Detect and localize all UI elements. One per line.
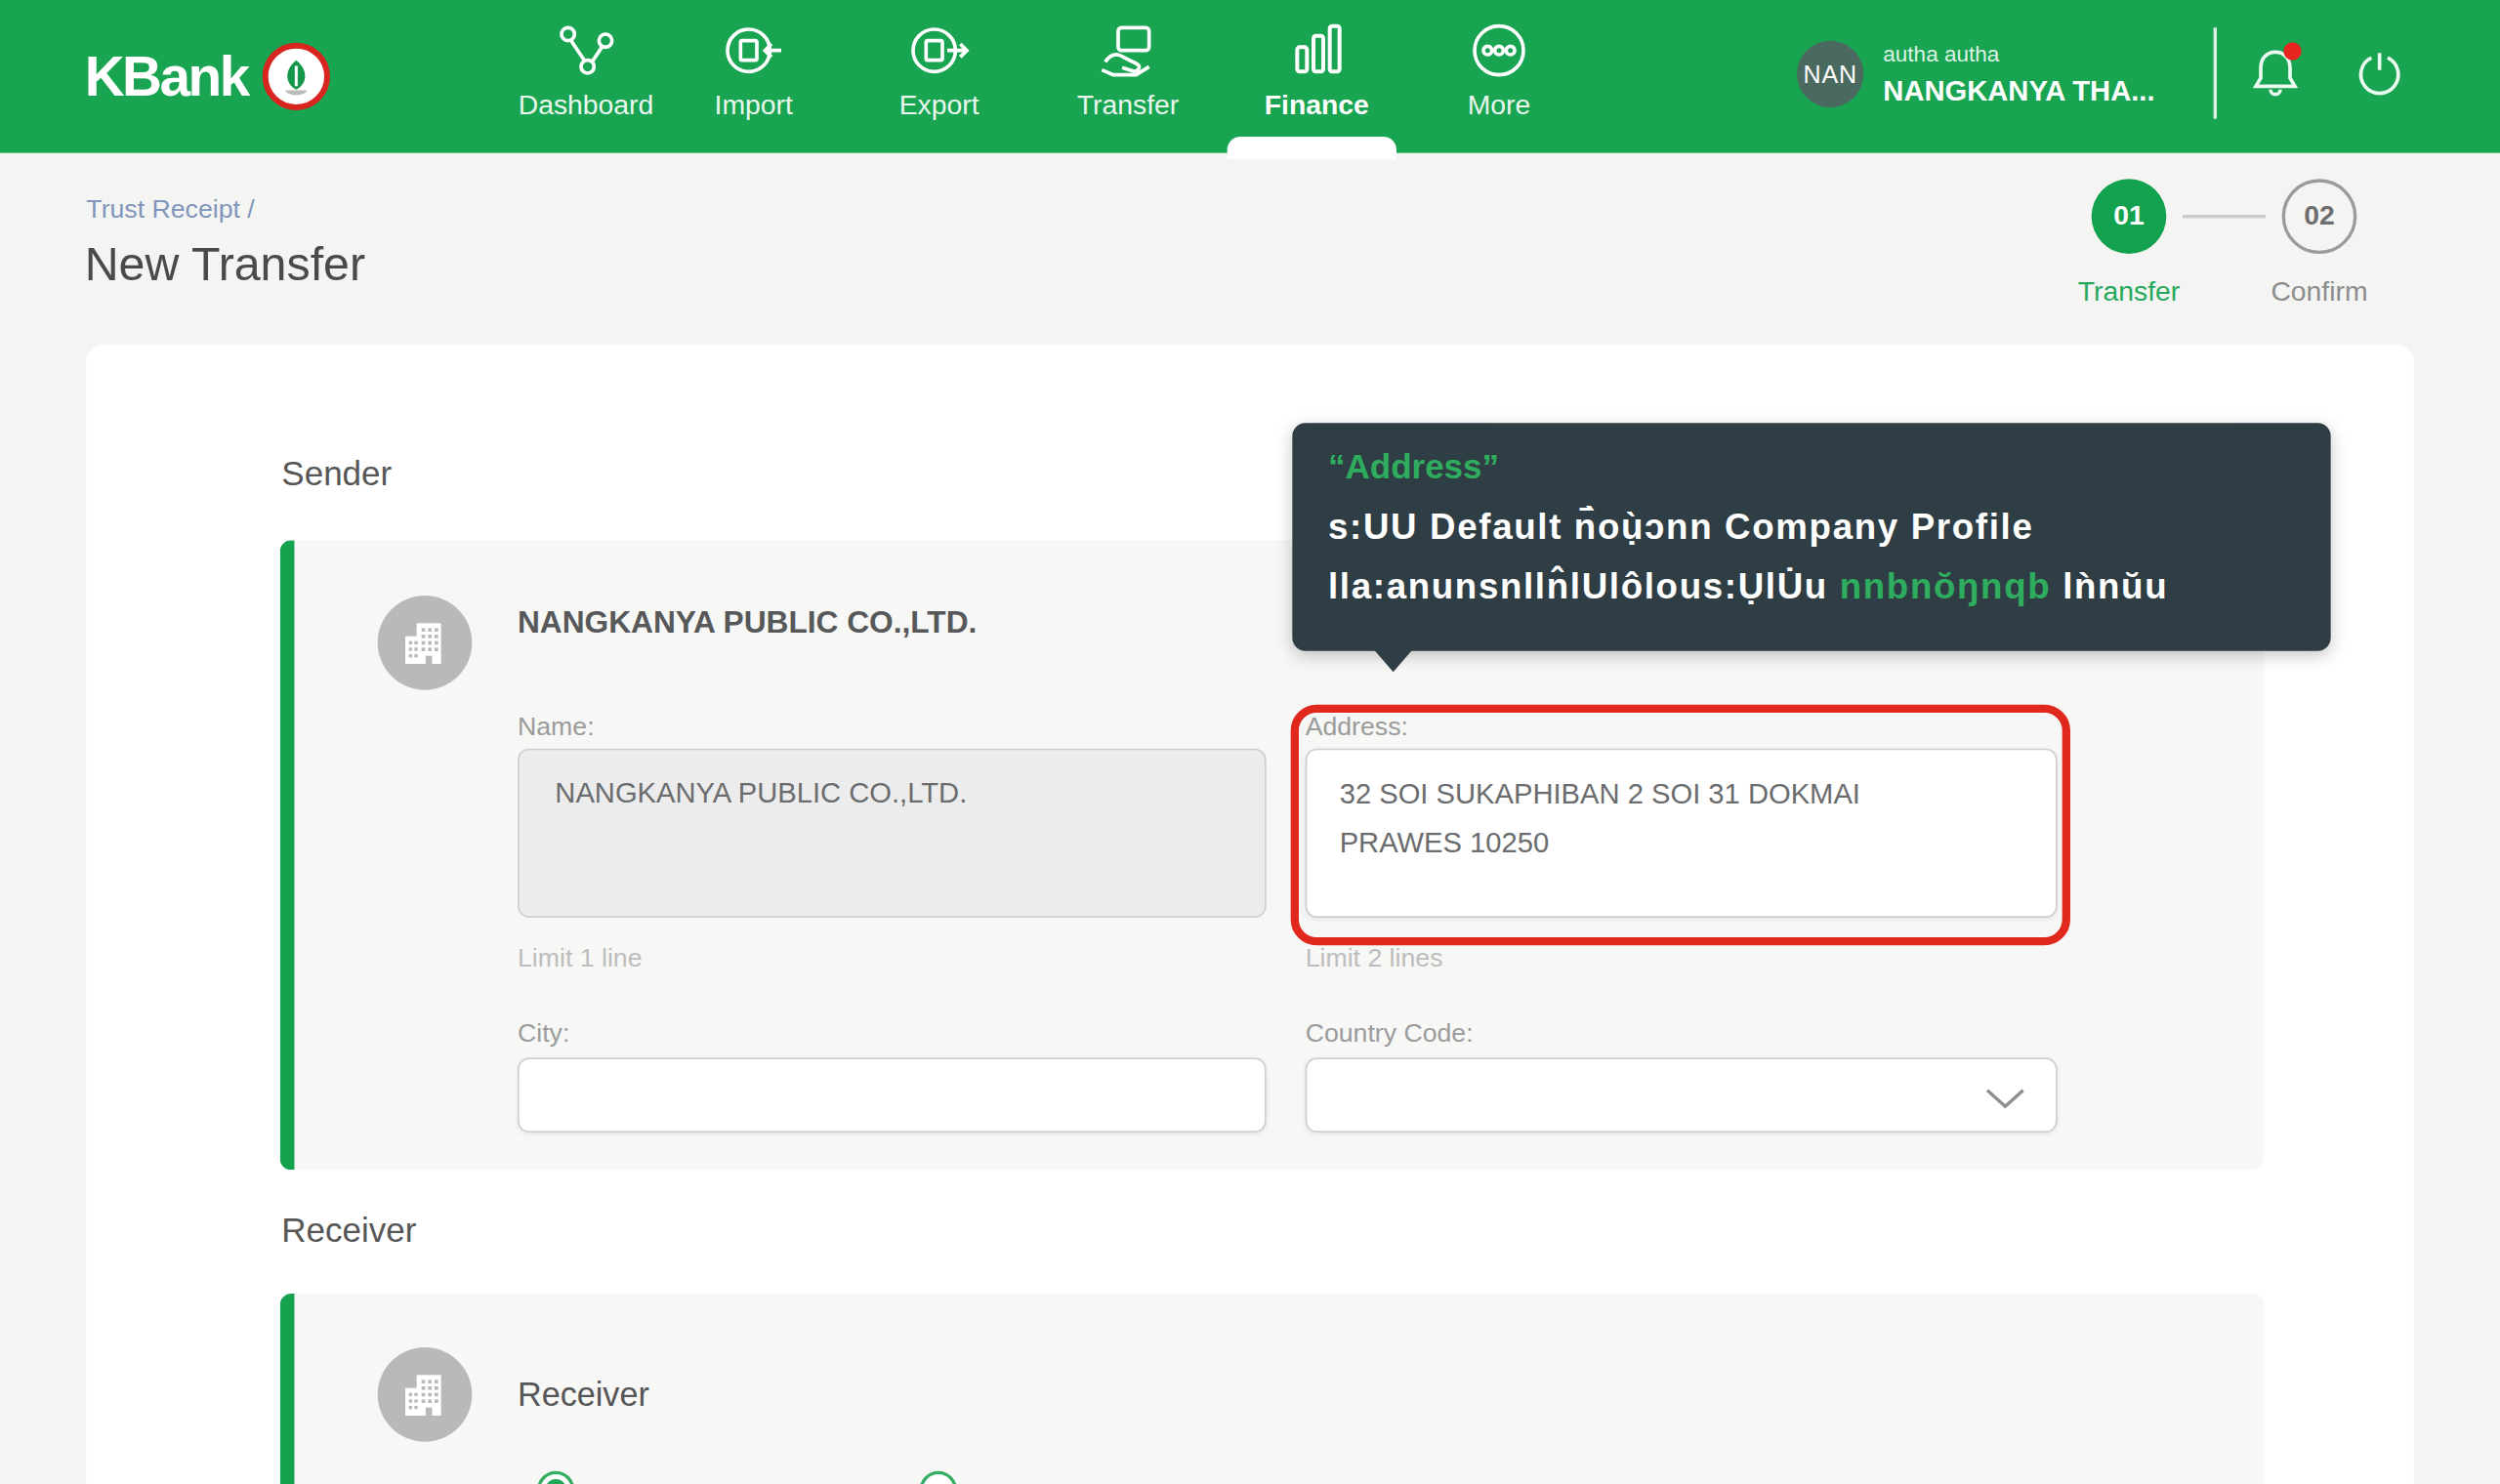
active-tab-indicator <box>1228 137 1396 159</box>
tooltip-pointer <box>1372 647 1414 672</box>
step-1-label: Transfer <box>2039 276 2218 309</box>
nav-item-transfer[interactable]: Transfer <box>1022 18 1234 122</box>
import-icon <box>647 18 859 83</box>
name-field-hint: Limit 1 line <box>518 944 642 973</box>
city-field-label: City: <box>518 1018 569 1048</box>
sender-building-icon <box>378 596 473 690</box>
chevron-down-icon <box>1984 1087 2026 1109</box>
more-icon <box>1394 18 1605 83</box>
kbank-logo[interactable]: KBank <box>85 42 331 110</box>
sender-section-title: Sender <box>281 454 392 493</box>
receiver-panel-title: Receiver <box>518 1375 649 1414</box>
kbank-sprout-icon <box>263 42 331 110</box>
nav-item-export[interactable]: Export <box>833 18 1045 122</box>
logout-button[interactable] <box>2355 49 2404 98</box>
nav-item-import[interactable]: Import <box>647 18 859 122</box>
address-tooltip: “Address” s:UU Default n̄̀oụ̀ɔnn Company… <box>1292 423 2330 650</box>
country-code-select[interactable] <box>1306 1057 2058 1133</box>
step-2-circle: 02 <box>2282 179 2357 254</box>
step-1-circle: 01 <box>2092 179 2167 254</box>
nav-item-more[interactable]: More <box>1394 18 1605 122</box>
tooltip-line-1: s:UU Default n̄̀oụ̀ɔnn Company Profile <box>1328 496 2295 556</box>
user-company: NANGKANYA THA... <box>1883 75 2154 109</box>
tooltip-line-2: lla:anunsnlln̂lUlôlous:ỤlU̇u nnbnŏŋnqb l… <box>1328 556 2295 617</box>
app: KBank Dashboard <box>0 0 2500 1484</box>
avatar[interactable]: NAN <box>1797 41 1863 107</box>
receiver-section-title: Receiver <box>281 1211 416 1250</box>
export-icon <box>833 18 1045 83</box>
country-code-field-label: Country Code: <box>1306 1018 1474 1048</box>
step-connector <box>2183 215 2266 218</box>
nav-item-finance[interactable]: Finance <box>1211 18 1423 122</box>
name-input[interactable]: NANGKANYA PUBLIC CO.,LTD. <box>518 749 1267 918</box>
receiver-building-icon <box>378 1347 473 1442</box>
transfer-icon <box>1022 18 1234 83</box>
page-title: New Transfer <box>85 237 365 291</box>
address-highlight-box <box>1291 705 2070 946</box>
name-field-label: Name: <box>518 713 595 742</box>
sender-company-name: NANGKANYA PUBLIC CO.,LTD. <box>518 605 977 641</box>
header-divider <box>2214 27 2217 118</box>
notification-badge <box>2283 42 2301 60</box>
finance-icon <box>1211 18 1423 83</box>
step-2-label: Confirm <box>2229 276 2408 309</box>
tooltip-title: “Address” <box>1328 447 2295 486</box>
power-icon <box>2355 49 2404 98</box>
city-input[interactable] <box>518 1057 1267 1133</box>
address-field-hint: Limit 2 lines <box>1306 944 1443 973</box>
brand-name: KBank <box>85 42 248 110</box>
breadcrumb[interactable]: Trust Receipt / <box>86 195 254 225</box>
top-navigation-bar: KBank Dashboard <box>0 0 2500 153</box>
user-name: autha autha <box>1883 42 1999 66</box>
